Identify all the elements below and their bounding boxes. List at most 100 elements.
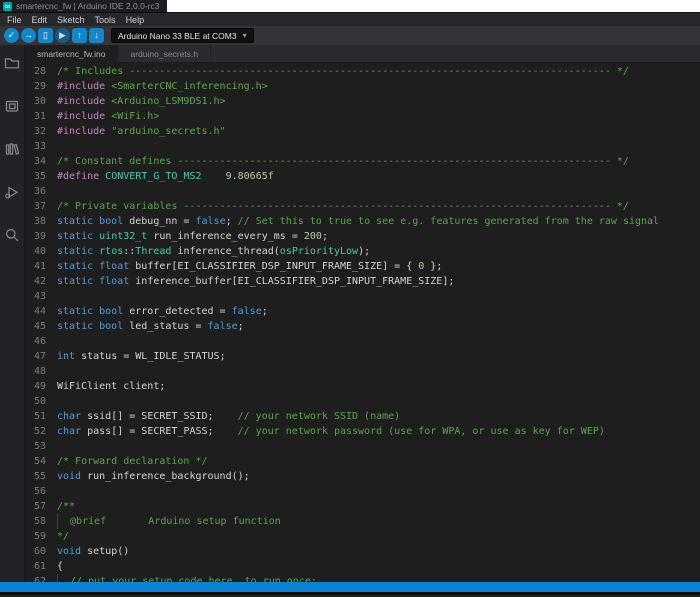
code-token: false bbox=[208, 321, 238, 332]
code-token: pass[] = SECRET_PASS; bbox=[87, 426, 238, 437]
new-sketch-button[interactable]: ▯ bbox=[38, 28, 53, 43]
code-token: <Arduino_LSM9DS1.h> bbox=[111, 96, 225, 107]
code-line[interactable]: 29#include <SmarterCNC_inferencing.h> bbox=[25, 79, 700, 94]
code-token: /* Private variables -------------------… bbox=[57, 201, 629, 212]
code-token: char bbox=[57, 426, 87, 437]
code-line[interactable]: 30#include <Arduino_LSM9DS1.h> bbox=[25, 94, 700, 109]
line-number: 55 bbox=[25, 469, 46, 484]
verify-button[interactable]: ✓ bbox=[4, 28, 19, 43]
line-number: 52 bbox=[25, 424, 46, 439]
code-token: int bbox=[57, 351, 81, 362]
code-line[interactable]: 45static bool led_status = false; bbox=[25, 319, 700, 334]
code-line[interactable]: 43 bbox=[25, 289, 700, 304]
code-line[interactable]: 28/* Includes --------------------------… bbox=[25, 64, 700, 79]
code-line[interactable]: 46 bbox=[25, 334, 700, 349]
menu-help[interactable]: Help bbox=[122, 15, 149, 25]
sketchbook-icon[interactable] bbox=[4, 55, 20, 71]
code-token: // your network password (use for WPA, o… bbox=[238, 426, 605, 437]
code-line-content: static bool error_detected = false; bbox=[57, 304, 268, 319]
code-token: static bool bbox=[57, 216, 129, 227]
code-token: "arduino_secrets.h" bbox=[111, 126, 225, 137]
code-token: rtos bbox=[99, 246, 123, 257]
code-token: // Set this to true to see e.g. features… bbox=[238, 216, 659, 227]
code-line[interactable]: 31#include <WiFi.h> bbox=[25, 109, 700, 124]
code-token: static bbox=[57, 231, 99, 242]
code-line[interactable]: 55void run_inference_background(); bbox=[25, 469, 700, 484]
debug-icon: ▶ bbox=[59, 28, 66, 43]
library-manager-icon[interactable] bbox=[4, 141, 20, 157]
code-line[interactable]: 60void setup() bbox=[25, 544, 700, 559]
code-line[interactable]: 35#define CONVERT_G_TO_MS2 9.80665f bbox=[25, 169, 700, 184]
new-sketch-icon: ▯ bbox=[43, 28, 48, 43]
code-line[interactable]: 33 bbox=[25, 139, 700, 154]
line-number: 29 bbox=[25, 79, 46, 94]
menu-file[interactable]: File bbox=[3, 15, 26, 25]
code-line[interactable]: 50 bbox=[25, 394, 700, 409]
boards-manager-icon[interactable] bbox=[4, 98, 20, 114]
line-number: 60 bbox=[25, 544, 46, 559]
upload-icon: → bbox=[24, 28, 33, 43]
code-line[interactable]: 39static uint32_t run_inference_every_ms… bbox=[25, 229, 700, 244]
code-line[interactable]: 54/* Forward declaration */ bbox=[25, 454, 700, 469]
line-number: 51 bbox=[25, 409, 46, 424]
code-line-content: static float buffer[EI_CLASSIFIER_DSP_IN… bbox=[57, 259, 442, 274]
line-number: 46 bbox=[25, 334, 46, 349]
code-token: CONVERT_G_TO_MS2 bbox=[105, 171, 201, 182]
code-line[interactable]: 37/* Private variables -----------------… bbox=[25, 199, 700, 214]
code-line[interactable]: 58 @brief Arduino setup function bbox=[25, 514, 700, 529]
import-button[interactable]: ↓ bbox=[89, 28, 104, 43]
menu-edit[interactable]: Edit bbox=[28, 15, 52, 25]
code-line-content: WiFiClient client; bbox=[57, 379, 165, 394]
code-line[interactable]: 62 // put your setup code here, to run o… bbox=[25, 574, 700, 582]
code-editor[interactable]: 28/* Includes --------------------------… bbox=[25, 62, 700, 582]
code-line[interactable]: 34/* Constant defines ------------------… bbox=[25, 154, 700, 169]
upload-button[interactable]: → bbox=[21, 28, 36, 43]
panel-resize-bar[interactable] bbox=[0, 582, 700, 592]
code-line[interactable]: 56 bbox=[25, 484, 700, 499]
code-line[interactable]: 44static bool error_detected = false; bbox=[25, 304, 700, 319]
code-line[interactable]: 52 char pass[] = SECRET_PASS; // your net… bbox=[25, 424, 700, 439]
line-number: 30 bbox=[25, 94, 46, 109]
code-line[interactable]: 32#include "arduino_secrets.h" bbox=[25, 124, 700, 139]
menu-sketch[interactable]: Sketch bbox=[53, 15, 89, 25]
code-line[interactable]: 40static rtos::Thread inference_thread(o… bbox=[25, 244, 700, 259]
code-token: ; bbox=[322, 231, 328, 242]
import-icon: ↓ bbox=[94, 28, 99, 43]
code-line[interactable]: 49WiFiClient client; bbox=[25, 379, 700, 394]
code-line[interactable]: 48 bbox=[25, 364, 700, 379]
export-binary-button[interactable]: ↑ bbox=[72, 28, 87, 43]
search-icon[interactable] bbox=[4, 227, 20, 243]
code-token: setup() bbox=[87, 546, 129, 557]
desktop-background bbox=[167, 0, 700, 13]
tab-arduino_secrets-h[interactable]: arduino_secrets.h bbox=[119, 45, 212, 62]
code-token: static bool bbox=[57, 321, 129, 332]
code-line[interactable]: 51char ssid[] = SECRET_SSID; // your net… bbox=[25, 409, 700, 424]
toolbar-buttons: ✓ → ▯ ▶ ↑ ↓ bbox=[4, 28, 106, 43]
debugger-icon[interactable] bbox=[4, 184, 20, 200]
line-number: 39 bbox=[25, 229, 46, 244]
debug-button[interactable]: ▶ bbox=[55, 28, 70, 43]
code-line[interactable]: 61{ bbox=[25, 559, 700, 574]
code-line-content: static rtos::Thread inference_thread(osP… bbox=[57, 244, 370, 259]
code-line-content: static float inference_buffer[EI_CLASSIF… bbox=[57, 274, 454, 289]
code-token: false bbox=[232, 306, 262, 317]
code-line[interactable]: 42static float inference_buffer[EI_CLASS… bbox=[25, 274, 700, 289]
tab-smartercnc_fw-ino[interactable]: smartercnc_fw.ino bbox=[25, 45, 119, 62]
code-line[interactable]: 41static float buffer[EI_CLASSIFIER_DSP_… bbox=[25, 259, 700, 274]
menu-tools[interactable]: Tools bbox=[91, 15, 120, 25]
line-number: 48 bbox=[25, 364, 46, 379]
code-line[interactable]: 36 bbox=[25, 184, 700, 199]
code-token: char bbox=[57, 411, 87, 422]
code-line[interactable]: 47int status = WL_IDLE_STATUS; bbox=[25, 349, 700, 364]
line-number: 56 bbox=[25, 484, 46, 499]
code-line[interactable]: 59*/ bbox=[25, 529, 700, 544]
code-line[interactable]: 53 bbox=[25, 439, 700, 454]
board-selector-dropdown[interactable]: Arduino Nano 33 BLE at COM3 ▾ bbox=[111, 28, 254, 43]
code-token: ; bbox=[238, 321, 244, 332]
code-token: error_detected = bbox=[129, 306, 231, 317]
code-token: // your network SSID (name) bbox=[238, 411, 401, 422]
toolbar: ✓ → ▯ ▶ ↑ ↓ Arduino Nano 33 BLE at COM3 ▾ bbox=[0, 26, 700, 45]
code-token: #define bbox=[57, 171, 105, 182]
code-line[interactable]: 38static bool debug_nn = false; // Set t… bbox=[25, 214, 700, 229]
code-line[interactable]: 57/** bbox=[25, 499, 700, 514]
